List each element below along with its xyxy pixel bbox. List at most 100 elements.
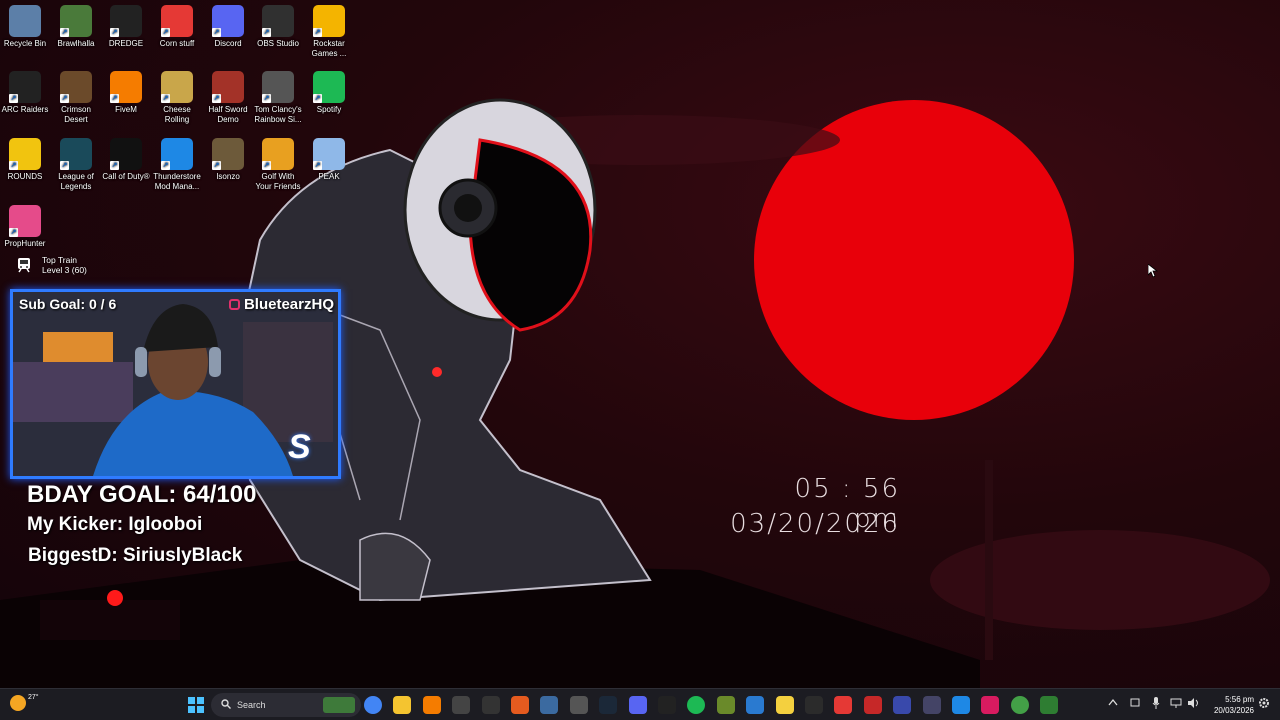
rainbow-six-icon: ↗ — [262, 71, 294, 103]
tray-volume-icon[interactable] — [1188, 698, 1200, 710]
desktop-icon-label: DREDGE — [108, 39, 144, 48]
controller-icon[interactable] — [923, 696, 941, 714]
search-placeholder: Search — [237, 700, 266, 710]
desktop-icon-league[interactable]: ↗ League of Legends — [51, 138, 101, 191]
bday-goal-label: BDAY GOAL: 64/100 — [27, 481, 257, 508]
recycle-bin-icon — [9, 5, 41, 37]
desktop-icon-arc-raiders[interactable]: ↗ ARC Raiders — [0, 71, 50, 115]
shortcut-arrow-icon: ↗ — [110, 94, 119, 103]
desktop-icon-crimson-desert[interactable]: ↗ Crimson Desert — [51, 71, 101, 124]
file-explorer-icon[interactable] — [393, 696, 411, 714]
taskbar-clock[interactable]: 5:56 pm 20/03/2026 — [1206, 694, 1254, 716]
desktop-icon-isonzo[interactable]: ↗ Isonzo — [203, 138, 253, 182]
desktop-icon-rounds[interactable]: ↗ ROUNDS — [0, 138, 50, 182]
desktop-icon-label: Isonzo — [216, 172, 240, 181]
desktop-icon-label: Brawlhalla — [57, 39, 95, 48]
weather-sun-icon — [10, 695, 26, 711]
tray-monitor-icon[interactable] — [1130, 698, 1140, 710]
hype-train-widget: Top Train Level 3 (60) — [12, 254, 87, 276]
tray-overflow-chevron-icon[interactable] — [1108, 698, 1118, 708]
golf-icon: ↗ — [262, 138, 294, 170]
spotify-icon: ↗ — [313, 71, 345, 103]
shortcut-arrow-icon: ↗ — [9, 161, 18, 170]
desktop-icon-recycle-bin[interactable]: Recycle Bin — [0, 5, 50, 49]
sticky-notes-icon[interactable] — [776, 696, 794, 714]
android-icon[interactable] — [1011, 696, 1029, 714]
shortcut-arrow-icon: ↗ — [161, 28, 170, 37]
shortcut-arrow-icon: ↗ — [262, 28, 271, 37]
weather-temp: 27° — [28, 693, 39, 701]
desktop-icon-cheese[interactable]: ↗ Cheese Rolling — [152, 71, 202, 124]
call-of-duty-icon: ↗ — [110, 138, 142, 170]
brawlhalla-icon: ↗ — [60, 5, 92, 37]
discord-icon[interactable] — [629, 696, 647, 714]
diamond-icon[interactable] — [893, 696, 911, 714]
steam-icon[interactable] — [599, 696, 617, 714]
sub-goal-label: Sub Goal: 0 / 6 — [19, 296, 117, 312]
league-icon: ↗ — [60, 138, 92, 170]
desktop-icon-label: OBS Studio — [257, 39, 299, 48]
desktop-icon-spotify[interactable]: ↗ Spotify — [304, 71, 354, 115]
capcut-icon[interactable] — [658, 696, 676, 714]
cheese-icon: ↗ — [161, 71, 193, 103]
game-icon[interactable] — [570, 696, 588, 714]
weather-widget[interactable]: 27° — [10, 693, 39, 711]
desktop-icon-label: PEAK — [318, 172, 340, 181]
tray-microphone-icon[interactable] — [1152, 697, 1160, 711]
xbox-icon[interactable] — [717, 696, 735, 714]
desktop-icon-discord[interactable]: ↗ Discord — [203, 5, 253, 49]
taskbar-search[interactable]: Search — [211, 693, 361, 717]
epic-games-icon[interactable] — [482, 696, 500, 714]
start-button[interactable] — [185, 694, 207, 716]
desktop-icon-dredge[interactable]: ↗ DREDGE — [101, 5, 151, 49]
taskbar-date: 20/03/2026 — [1213, 706, 1254, 715]
stream-logo-icon: S — [288, 428, 311, 466]
tiktok-icon[interactable] — [981, 696, 999, 714]
desktop-icon-power[interactable]: ↗ Corn stuff — [152, 5, 202, 49]
shortcut-arrow-icon: ↗ — [212, 161, 221, 170]
desktop-icon-peak[interactable]: ↗ PEAK — [304, 138, 354, 182]
desktop-icon-rockstar[interactable]: ↗ Rockstar Games ... — [304, 5, 354, 58]
desktop-icon-label: PropHunter — [4, 239, 46, 248]
chrome-icon[interactable] — [364, 696, 382, 714]
media-icon[interactable] — [952, 696, 970, 714]
instagram-handle: BluetearzHQ — [243, 296, 334, 313]
taskbar: 27° Search 5:56 pm 20/03/2026 — [0, 688, 1280, 720]
desktop-icon-brawlhalla[interactable]: ↗ Brawlhalla — [51, 5, 101, 49]
crimson-desert-icon: ↗ — [60, 71, 92, 103]
tray-network-icon[interactable] — [1170, 698, 1182, 710]
f-icon[interactable] — [864, 696, 882, 714]
search-icon — [221, 699, 231, 711]
vlc-icon[interactable] — [423, 696, 441, 714]
instagram-icon — [228, 299, 240, 310]
desktop-icon-thunderstore[interactable]: ↗ Thunderstore Mod Mana... — [152, 138, 202, 191]
power-icon[interactable] — [834, 696, 852, 714]
desktop-icon-label: Corn stuff — [159, 39, 195, 48]
desktop-icon-call-of-duty[interactable]: ↗ Call of Duty® — [101, 138, 151, 182]
desktop-icon-fivem[interactable]: ↗ FiveM — [101, 71, 151, 115]
shortcut-arrow-icon: ↗ — [262, 161, 271, 170]
shortcut-arrow-icon: ↗ — [313, 94, 322, 103]
desktop-icon-golf[interactable]: ↗ Golf With Your Friends — [253, 138, 303, 191]
desktop-icon-rainbow-six[interactable]: ↗ Tom Clancy's Rainbow Si... — [253, 71, 303, 124]
thunderstore-icon: ↗ — [161, 138, 193, 170]
desktop-icon-label: Spotify — [316, 105, 342, 114]
desktop-icon-prophunter[interactable]: ↗ PropHunter — [0, 205, 50, 249]
obs-icon: ↗ — [262, 5, 294, 37]
xbox-app-icon[interactable] — [1040, 696, 1058, 714]
desktop-icon-label: Rockstar Games ... — [311, 39, 347, 58]
firefox-icon[interactable] — [511, 696, 529, 714]
photos-icon[interactable] — [746, 696, 764, 714]
desktop-icon-half-sword[interactable]: ↗ Half Sword Demo — [203, 71, 253, 124]
terminal-icon[interactable] — [805, 696, 823, 714]
rockstar-icon: ↗ — [313, 5, 345, 37]
shortcut-arrow-icon: ↗ — [313, 28, 322, 37]
spotify-icon[interactable] — [687, 696, 705, 714]
obs-icon[interactable] — [452, 696, 470, 714]
desktop-icon-obs[interactable]: ↗ OBS Studio — [253, 5, 303, 49]
desktop-icon-label: Discord — [214, 39, 242, 48]
biggest-donor-label: BiggestD: SiriuslyBlack — [28, 545, 243, 566]
desktop-icon-label: League of Legends — [58, 172, 94, 191]
app-icon[interactable] — [540, 696, 558, 714]
notification-gear-icon[interactable] — [1258, 697, 1270, 711]
